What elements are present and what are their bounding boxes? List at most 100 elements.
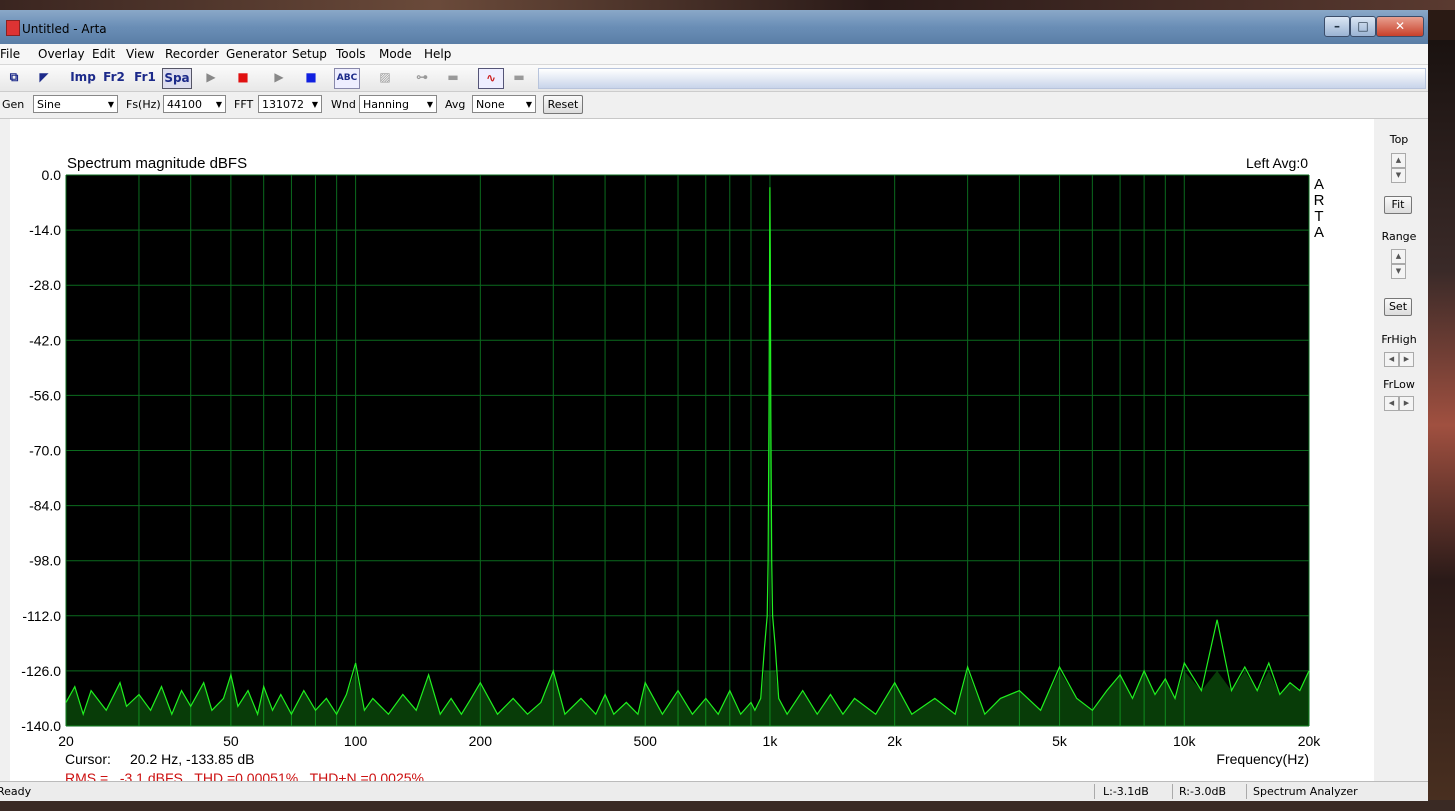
frhigh-left-icon[interactable]: ◀ [1384,352,1399,367]
frhigh-right-icon[interactable]: ▶ [1399,352,1414,367]
fft-label: FFT [234,98,254,111]
gen-value: Sine [37,98,61,111]
range-down-icon[interactable]: ▼ [1391,264,1406,279]
menu-edit[interactable]: Edit [92,47,115,61]
reset-button[interactable]: Reset [543,95,583,114]
status-bar: Ready L:-3.1dB R:-3.0dB Spectrum Analyze… [0,781,1428,801]
close-button[interactable]: ✕ [1376,16,1424,37]
top-up-icon[interactable]: ▲ [1391,153,1406,168]
frlow-right-icon[interactable]: ▶ [1399,396,1414,411]
play-2-icon[interactable]: ▶ [270,68,288,87]
title-bar[interactable]: Untitled - Arta – □ ✕ [0,10,1428,44]
menu-view[interactable]: View [126,47,154,61]
parameters-bar: Gen Sine ▼ Fs(Hz) 44100 ▼ FFT 131072 ▼ Wnd … [0,92,1428,119]
fs-value: 44100 [167,98,202,111]
status-divider [1246,784,1247,799]
maximize-button[interactable]: □ [1350,16,1376,37]
menu-help[interactable]: Help [424,47,451,61]
avg-select[interactable]: None ▼ [472,95,536,113]
gen-label: Gen [2,98,25,111]
set-button[interactable]: Set [1384,298,1412,316]
wnd-label: Wnd [331,98,356,111]
imp-mode-button[interactable]: Imp [70,68,96,87]
brand-letter-t: T [1314,208,1323,225]
wnd-select[interactable]: Hanning ▼ [359,95,437,113]
spectrum-chart[interactable]: Spectrum magnitude dBFS Left Avg:0 0.0 -1… [10,119,1374,789]
probe-icon[interactable]: ⊶ [410,68,434,87]
waveform-icon[interactable]: ∿ [478,68,504,89]
desktop-background-right [1428,40,1455,811]
scale-panel: Top ▲ ▼ Fit Range ▲ ▼ Set FrHigh ◀ ▶ FrL… [1374,119,1424,789]
x-tick-label: 100 [344,733,368,749]
status-divider [1172,784,1173,799]
chevron-down-icon: ▼ [426,100,433,109]
y-tick-label: -70.0 [29,443,61,459]
chevron-down-icon: ▼ [107,100,114,109]
menu-tools[interactable]: Tools [336,47,366,61]
abc-label-icon[interactable]: ABC [334,68,360,89]
chart-title: Spectrum magnitude dBFS [67,155,247,172]
top-label: Top [1389,133,1409,146]
cursor-label: Cursor: [65,751,111,767]
menu-recorder[interactable]: Recorder [165,47,219,61]
chevron-down-icon: ▼ [311,100,318,109]
status-right-level: R:-3.0dB [1179,785,1227,798]
menu-file[interactable]: File [0,47,20,61]
fft-value: 131072 [262,98,304,111]
channel-avg-label: Left Avg:0 [1246,155,1308,171]
toolbar-strip [538,68,1426,89]
x-axis-label: Frequency(Hz) [1216,751,1309,767]
menu-overlay[interactable]: Overlay [38,47,85,61]
y-tick-label: -98.0 [29,553,61,569]
avg-label: Avg [445,98,466,111]
toolbar: ⧉ ◤ Imp Fr2 Fr1 Spa ▶ ■ ▶ ■ ABC ▨ ⊶ ▬ ∿ … [0,65,1428,92]
y-tick-label: -14.0 [29,222,61,238]
stop-icon[interactable]: ■ [302,68,320,87]
fr2-mode-button[interactable]: Fr2 [101,68,127,87]
grid-icon[interactable]: ▨ [374,68,396,87]
menu-bar: File Overlay Edit View Recorder Generato… [0,44,1428,65]
menu-setup[interactable]: Setup [292,47,327,61]
x-tick-label: 1k [763,733,779,749]
fft-select[interactable]: 131072 ▼ [258,95,322,113]
cursor-mode-icon[interactable]: ◤ [36,68,52,87]
x-tick-label: 200 [469,733,493,749]
open-file-icon[interactable]: ⧉ [6,68,22,87]
brand-letter-a: A [1314,176,1324,193]
y-tick-label: -84.0 [29,498,61,514]
status-divider [1094,784,1095,799]
desktop-background-top [0,0,1455,10]
record-stop-icon[interactable]: ■ [234,68,252,87]
frlow-left-icon[interactable]: ◀ [1384,396,1399,411]
y-tick-label: -126.0 [21,663,61,679]
desktop-background-bottom [0,800,1455,811]
menu-generator[interactable]: Generator [226,47,287,61]
fs-label: Fs(Hz) [126,98,161,111]
cursor-value: 20.2 Hz, -133.85 dB [130,751,255,767]
chevron-down-icon: ▼ [525,100,532,109]
minimize-button[interactable]: – [1324,16,1350,37]
spa-mode-button[interactable]: Spa [162,68,192,89]
frlow-label: FrLow [1383,378,1415,391]
play-icon[interactable]: ▶ [202,68,220,87]
top-down-icon[interactable]: ▼ [1391,168,1406,183]
range-up-icon[interactable]: ▲ [1391,249,1406,264]
plot-panel: Spectrum magnitude dBFS Left Avg:0 0.0 -1… [10,119,1374,789]
menu-mode[interactable]: Mode [379,47,412,61]
gen-select[interactable]: Sine ▼ [33,95,118,113]
meter-icon[interactable]: ▬ [508,68,530,87]
x-tick-label: 5k [1052,733,1068,749]
range-label: Range [1381,230,1417,243]
wnd-value: Hanning [363,98,409,111]
arta-window: Untitled - Arta – □ ✕ File Overlay Edit … [0,10,1428,801]
x-tick-labels: 20 50 100 200 500 1k 2k 5k 10k 20k [58,733,1321,749]
generator-icon[interactable]: ▬ [442,68,464,87]
x-tick-label: 20 [58,733,74,749]
brand-letter-a2: A [1314,224,1324,241]
app-icon [6,20,20,36]
fr1-mode-button[interactable]: Fr1 [132,68,158,87]
fit-button[interactable]: Fit [1384,196,1412,214]
y-tick-labels: 0.0 -14.0 -28.0 -42.0 -56.0 -70.0 -84.0 -98.0 -1… [21,167,61,734]
fs-select[interactable]: 44100 ▼ [163,95,226,113]
status-ready: Ready [0,785,32,798]
